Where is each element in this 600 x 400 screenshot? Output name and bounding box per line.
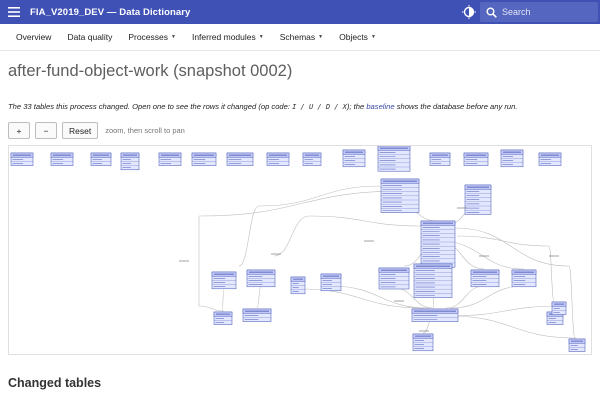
- caret-down-icon: ▼: [171, 34, 176, 40]
- table-node[interactable]: [463, 152, 489, 166]
- nav-label: Data quality: [67, 32, 113, 42]
- table-node[interactable]: [377, 146, 411, 172]
- table-relationship-diagram[interactable]: [8, 145, 592, 355]
- nav-label: Schemas: [279, 32, 316, 42]
- table-node[interactable]: [342, 149, 366, 168]
- table-node[interactable]: [246, 269, 276, 288]
- table-node[interactable]: [470, 269, 500, 288]
- nav-label: Objects: [339, 32, 368, 42]
- table-node[interactable]: [500, 149, 524, 168]
- diagram-controls: + − Reset zoom, then scroll to pan: [8, 122, 185, 139]
- table-node[interactable]: [10, 152, 34, 166]
- top-app-bar: FIA_V2019_DEV — Data Dictionary: [0, 0, 600, 24]
- table-node[interactable]: [226, 152, 254, 166]
- menu-icon[interactable]: [0, 0, 28, 24]
- table-node[interactable]: [242, 308, 272, 322]
- table-node[interactable]: [429, 152, 451, 166]
- search-box[interactable]: [480, 2, 598, 22]
- nav-objects[interactable]: Objects ▼: [331, 32, 384, 42]
- relationship-edge: [238, 205, 260, 267]
- nav-overview[interactable]: Overview: [8, 32, 59, 42]
- table-node[interactable]: [412, 333, 434, 352]
- table-node[interactable]: [290, 276, 306, 295]
- desc-text: The 33 tables this process changed. Open…: [8, 102, 293, 111]
- relationship-edge: [548, 245, 555, 302]
- nav-data-quality[interactable]: Data quality: [59, 32, 120, 42]
- nav-label: Processes: [128, 32, 169, 42]
- reset-button[interactable]: Reset: [62, 122, 99, 139]
- table-node[interactable]: [320, 273, 342, 292]
- nav-label: Inferred modules: [191, 32, 256, 42]
- zoom-out-button[interactable]: −: [35, 122, 57, 139]
- table-node[interactable]: [213, 311, 233, 325]
- theme-toggle-icon[interactable]: [462, 5, 476, 19]
- table-node[interactable]: [511, 269, 537, 288]
- table-node[interactable]: [120, 152, 140, 171]
- nav-processes[interactable]: Processes ▼: [120, 32, 184, 42]
- table-node[interactable]: [302, 152, 322, 166]
- nav-inferred-modules[interactable]: Inferred modules ▼: [184, 32, 272, 42]
- desc-text: shows the database before any run.: [394, 102, 518, 111]
- op-codes: I / U / D / X: [292, 103, 347, 111]
- caret-down-icon: ▼: [370, 34, 376, 40]
- app-title[interactable]: FIA_V2019_DEV — Data Dictionary: [30, 7, 190, 18]
- page-title: after-fund-object-work (snapshot 0002): [8, 62, 293, 80]
- table-node[interactable]: [568, 338, 586, 352]
- table-node[interactable]: [411, 308, 459, 322]
- table-node[interactable]: [266, 152, 290, 166]
- relationship-edge: [454, 227, 570, 267]
- desc-text: ); the: [346, 102, 367, 111]
- relationship-edge: [298, 288, 425, 309]
- caret-down-icon: ▼: [318, 34, 324, 40]
- table-node[interactable]: [551, 301, 567, 315]
- table-node[interactable]: [211, 271, 237, 290]
- search-input[interactable]: [502, 7, 592, 17]
- diagram-canvas[interactable]: [9, 146, 592, 355]
- table-node[interactable]: [191, 152, 217, 166]
- relationship-edge: [198, 190, 405, 217]
- relationship-edge: [448, 305, 562, 317]
- zoom-in-button[interactable]: +: [8, 122, 30, 139]
- caret-down-icon: ▼: [258, 34, 264, 40]
- search-icon: [480, 2, 502, 22]
- relationship-edge: [258, 185, 382, 207]
- page-description: The 33 tables this process changed. Open…: [8, 102, 517, 111]
- table-node[interactable]: [50, 152, 74, 166]
- table-node[interactable]: [378, 267, 410, 290]
- relationship-edge: [198, 305, 225, 312]
- baseline-link[interactable]: baseline: [366, 102, 394, 111]
- relationship-edge: [568, 265, 576, 339]
- table-node[interactable]: [380, 178, 420, 213]
- zoom-hint: zoom, then scroll to pan: [105, 126, 185, 135]
- table-node[interactable]: [464, 184, 492, 215]
- table-node[interactable]: [158, 152, 182, 166]
- nav-schemas[interactable]: Schemas ▼: [272, 32, 331, 42]
- table-node[interactable]: [413, 263, 453, 298]
- table-node[interactable]: [90, 152, 112, 166]
- relationship-edge: [273, 215, 310, 257]
- relationship-edge: [221, 288, 225, 312]
- nav-label: Overview: [16, 32, 52, 42]
- table-node[interactable]: [538, 152, 562, 166]
- table-node[interactable]: [420, 220, 456, 268]
- relationship-edge: [256, 285, 262, 309]
- changed-tables-heading: Changed tables: [8, 376, 102, 390]
- relationship-edge: [308, 215, 422, 227]
- relationship-edge: [450, 285, 525, 309]
- tab-nav: Overview Data quality Processes ▼ Inferre…: [0, 24, 600, 51]
